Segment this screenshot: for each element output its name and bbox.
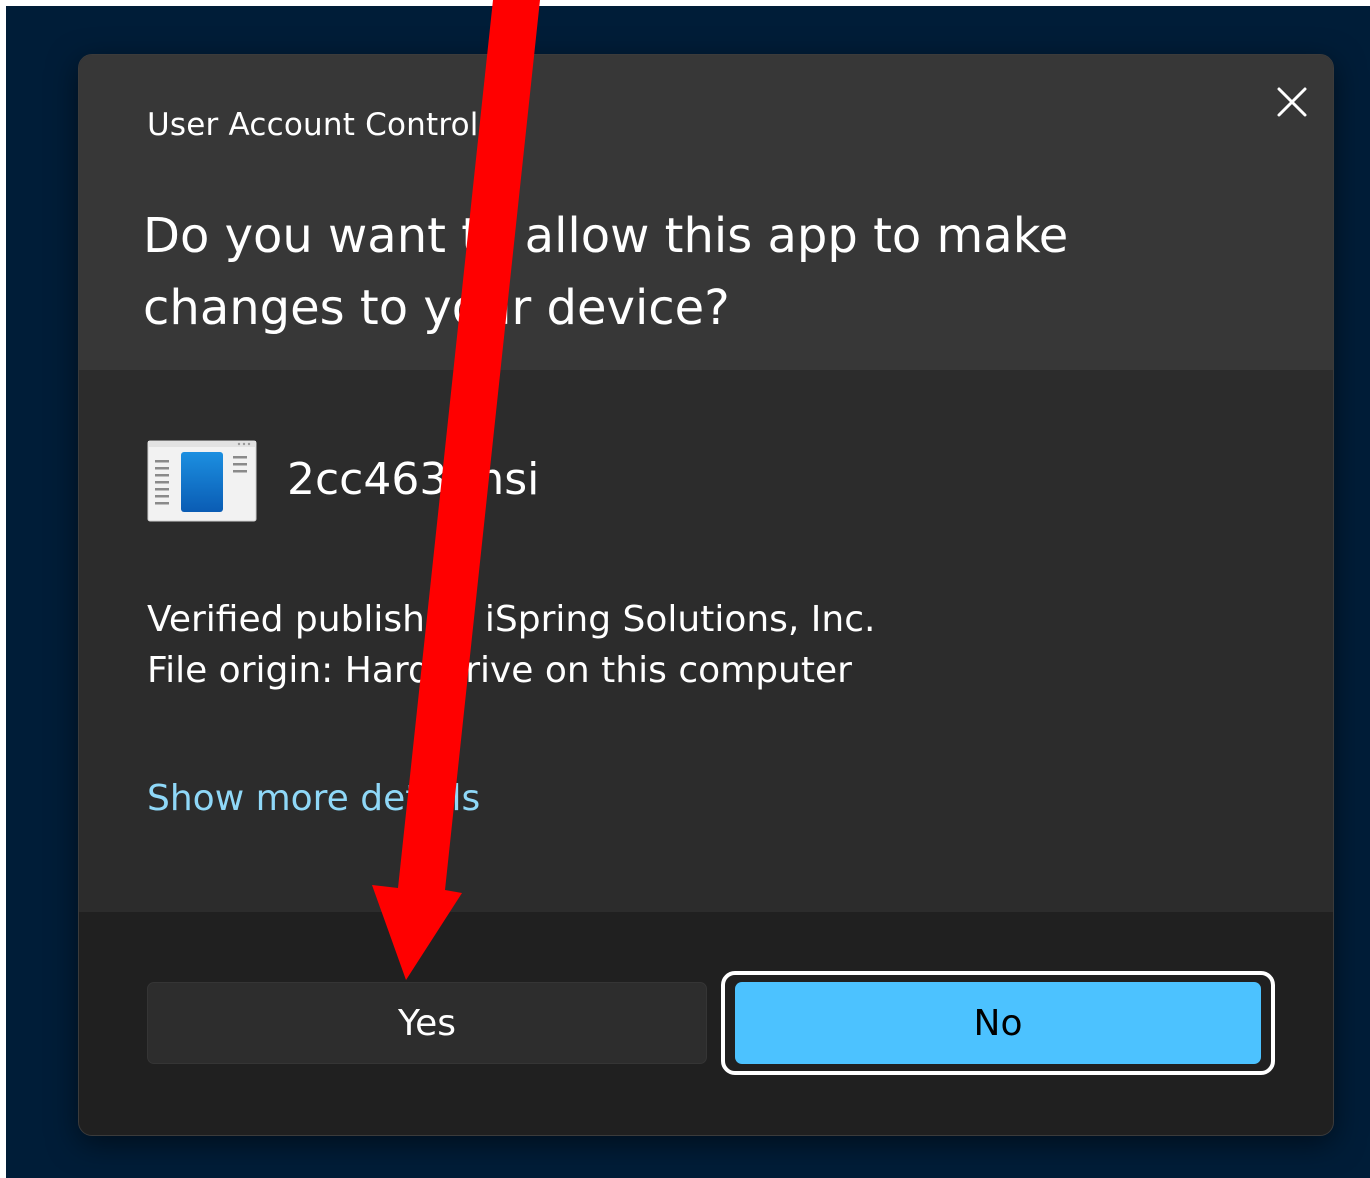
file-origin-info: File origin: Hard drive on this computer xyxy=(147,650,852,691)
app-name: 2cc463.msi xyxy=(287,454,540,505)
show-more-details-link[interactable]: Show more details xyxy=(147,778,480,819)
dialog-header: User Account Control Do you want to allo… xyxy=(79,55,1333,370)
uac-dialog: User Account Control Do you want to allo… xyxy=(78,54,1334,1136)
installer-app-icon xyxy=(147,440,257,522)
dialog-title: User Account Control xyxy=(147,107,479,143)
dialog-body: 2cc463.msi Verified publisher: iSpring S… xyxy=(79,370,1333,912)
close-icon xyxy=(1277,87,1307,117)
dialog-footer: Yes No xyxy=(79,912,1333,1135)
yes-button[interactable]: Yes xyxy=(147,982,707,1064)
close-button[interactable] xyxy=(1265,75,1319,129)
dialog-question: Do you want to allow this app to make ch… xyxy=(143,208,1069,336)
publisher-info: Verified publisher: iSpring Solutions, I… xyxy=(147,599,876,640)
no-button[interactable]: No xyxy=(735,982,1261,1064)
